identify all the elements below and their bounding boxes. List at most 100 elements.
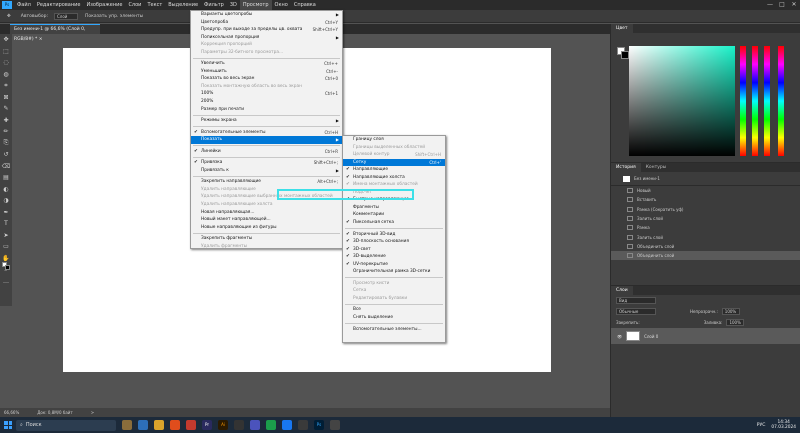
brush-icon[interactable]: ✏: [0, 126, 12, 138]
frame-icon[interactable]: ⊠: [0, 92, 12, 104]
type-icon[interactable]: T: [0, 218, 12, 230]
menu-item[interactable]: ✔ Вторичный 3D-вид: [343, 231, 445, 239]
history-item[interactable]: Залить слой: [611, 232, 800, 241]
menu-7[interactable]: 3D: [227, 0, 240, 10]
photoshop-taskbar-icon[interactable]: Ps: [314, 420, 324, 430]
tab-paths[interactable]: Контуры: [641, 163, 672, 172]
menu-item[interactable]: Сетку Ctrl+': [343, 158, 445, 167]
history-snapshot[interactable]: Без имени-1: [611, 172, 800, 186]
hue-slider[interactable]: [778, 46, 784, 156]
taskbar-search[interactable]: ⌕ Поиск: [16, 419, 116, 431]
layer-kind-select[interactable]: Вид: [616, 297, 656, 304]
taskbar-app-icon[interactable]: [266, 420, 276, 430]
menu-item[interactable]: Вспомогательные элементы...: [343, 326, 445, 334]
maximize-button[interactable]: □: [776, 0, 788, 10]
menu-item[interactable]: Закрепить направляющие Alt+Ctrl+;: [191, 178, 342, 186]
menu-item[interactable]: 100% Ctrl+1: [191, 90, 342, 98]
menu-item[interactable]: Снять выделение: [343, 314, 445, 322]
tab-color[interactable]: Цвет: [611, 24, 633, 33]
menu-8[interactable]: Просмотр: [239, 0, 272, 10]
autoselect-label[interactable]: Автовыбор:: [18, 14, 51, 19]
taskbar-app-icon[interactable]: [298, 420, 308, 430]
move-icon[interactable]: ✥: [0, 34, 12, 46]
hue-slider[interactable]: [740, 46, 746, 156]
menu-item[interactable]: ✔ Линейки Ctrl+R: [191, 148, 342, 156]
history-item[interactable]: Объединить слой: [611, 251, 800, 261]
eye-icon[interactable]: 👁: [617, 334, 622, 339]
menu-6[interactable]: Фильтр: [201, 0, 227, 10]
menu-item[interactable]: Показать ▶: [191, 136, 342, 144]
windows-start-icon[interactable]: [4, 421, 12, 429]
taskbar-app-icon[interactable]: [138, 420, 148, 430]
hue-slider[interactable]: [752, 46, 758, 156]
menu-item[interactable]: Размер при печати: [191, 106, 342, 114]
menu-item[interactable]: ✔ 3D-выделение: [343, 253, 445, 261]
pen-icon[interactable]: ✒: [0, 207, 12, 219]
rectangle-icon[interactable]: ▭: [0, 241, 12, 253]
menu-item[interactable]: ✔ UV-перекрытие: [343, 261, 445, 269]
taskbar-app-icon[interactable]: [330, 420, 340, 430]
taskbar-app-icon[interactable]: [186, 420, 196, 430]
status-arrow[interactable]: >: [91, 408, 94, 417]
menu-item[interactable]: Все: [343, 306, 445, 314]
crop-icon[interactable]: ⌗: [0, 80, 12, 92]
quick-select-icon[interactable]: ◍: [0, 69, 12, 81]
menu-4[interactable]: Текст: [144, 0, 165, 10]
menu-item[interactable]: ✔ Направляющие: [343, 166, 445, 174]
autoselect-select[interactable]: Слой: [54, 12, 78, 20]
menu-item[interactable]: Привязать к ▶: [191, 167, 342, 175]
firefox-icon[interactable]: [170, 420, 180, 430]
tab-history[interactable]: История: [611, 163, 641, 172]
move-tool-icon[interactable]: ✥: [4, 14, 14, 19]
menu-item[interactable]: ✔ Направляющие холста: [343, 174, 445, 182]
menu-1[interactable]: Редактирование: [34, 0, 84, 10]
more-icon[interactable]: …: [0, 276, 12, 288]
show-controls-checkbox[interactable]: Показать упр. элементы: [82, 14, 146, 19]
menu-item[interactable]: Увеличить Ctrl++: [191, 60, 342, 68]
taskbar-app-icon[interactable]: [234, 420, 244, 430]
fg-bg-color-icon[interactable]: [2, 262, 10, 270]
tray-clock[interactable]: 14:34 07.03.2024: [771, 420, 796, 431]
menu-item[interactable]: Новая направляющая...: [191, 209, 342, 217]
menu-item[interactable]: Режимы экрана ▶: [191, 117, 342, 125]
history-item[interactable]: Рамка (Сократить уф): [611, 205, 800, 214]
close-button[interactable]: ✕: [788, 0, 800, 10]
hue-slider[interactable]: [764, 46, 770, 156]
menu-item[interactable]: Новый макет направляющей...: [191, 216, 342, 224]
taskbar-app-icon[interactable]: [282, 420, 292, 430]
color-field[interactable]: [629, 46, 735, 156]
menu-2[interactable]: Изображение: [83, 0, 125, 10]
blend-mode-select[interactable]: Обычные: [616, 308, 656, 315]
menu-5[interactable]: Выделение: [165, 0, 201, 10]
menu-item[interactable]: Закрепить фрагменты: [191, 235, 342, 243]
tab-layers[interactable]: Слои: [611, 286, 633, 295]
eyedropper-icon[interactable]: ✎: [0, 103, 12, 115]
opacity-field[interactable]: 100%: [721, 308, 740, 315]
menu-item[interactable]: ✔ Привязка Shift+Ctrl+;: [191, 159, 342, 167]
eraser-icon[interactable]: ⌫: [0, 161, 12, 173]
blur-icon[interactable]: ◐: [0, 184, 12, 196]
menu-item[interactable]: Показать во весь экран Ctrl+0: [191, 75, 342, 83]
lasso-icon[interactable]: ◌: [0, 57, 12, 69]
menu-10[interactable]: Справка: [291, 0, 319, 10]
fill-field[interactable]: 100%: [726, 319, 745, 326]
layer-name[interactable]: Слой 0: [644, 334, 658, 339]
menu-0[interactable]: Файл: [14, 0, 34, 10]
path-select-icon[interactable]: ➤: [0, 230, 12, 242]
taskbar-app-icon[interactable]: [122, 420, 132, 430]
history-item[interactable]: Вставить: [611, 195, 800, 204]
menu-item[interactable]: Варианты цветопробы ▶: [191, 11, 342, 19]
marquee-icon[interactable]: ⬚: [0, 46, 12, 58]
zoom-level[interactable]: 66,66%: [4, 408, 19, 417]
gradient-icon[interactable]: ▤: [0, 172, 12, 184]
menu-item[interactable]: ✔ 3D-свет: [343, 246, 445, 254]
menu-item[interactable]: Границу слоя: [343, 136, 445, 144]
menu-item[interactable]: Попиксельная пропорция ▶: [191, 34, 342, 42]
history-brush-icon[interactable]: ↺: [0, 149, 12, 161]
background-swatch[interactable]: [621, 51, 629, 59]
history-item[interactable]: Рамка: [611, 223, 800, 232]
menu-item[interactable]: ✔ 3D-плоскость основания: [343, 238, 445, 246]
menu-3[interactable]: Слои: [125, 0, 144, 10]
menu-item[interactable]: Комментарии: [343, 211, 445, 219]
layer-row[interactable]: 👁 Слой 0: [611, 328, 800, 344]
